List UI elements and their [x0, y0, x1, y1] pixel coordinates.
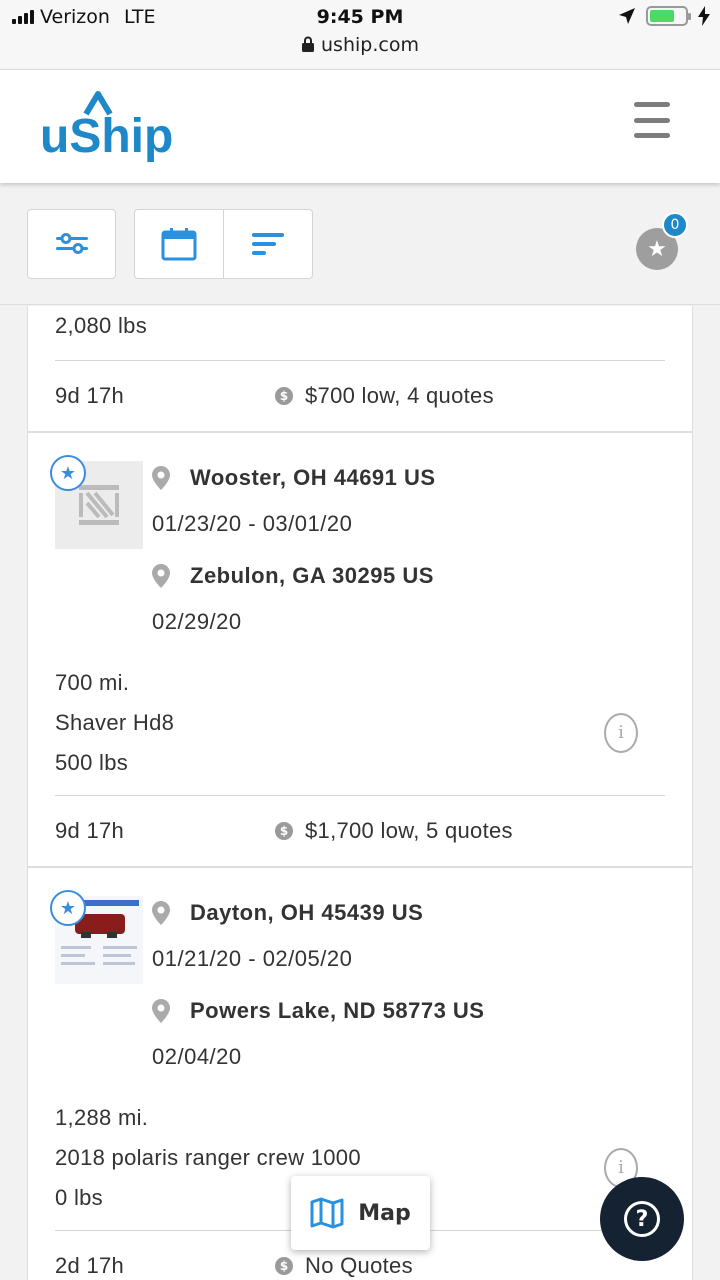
pickup-dates: 01/23/20 - 03/01/20 [152, 511, 353, 536]
listing-footer: 9d 17h $ $700 low, 4 quotes [28, 361, 692, 431]
url-bar[interactable]: uship.com [0, 34, 720, 56]
pickup-city: Wooster, OH 44691 US [190, 465, 436, 490]
question-mark-icon: ? [624, 1201, 660, 1237]
uship-logo[interactable]: uShip [40, 90, 180, 166]
favorite-star-button[interactable]: ★ [50, 890, 86, 926]
location-arrow-icon [619, 8, 635, 24]
listing-footer: 9d 17h $ $1,700 low, 5 quotes [28, 796, 692, 866]
dropoff-city: Powers Lake, ND 58773 US [190, 998, 485, 1023]
map-pin-icon [152, 564, 170, 588]
quote-summary: $ $1,700 low, 5 quotes [275, 818, 513, 844]
dollar-icon: $ [275, 1257, 293, 1275]
charging-bolt-icon [698, 6, 710, 26]
quote-text: No Quotes [305, 1253, 413, 1278]
listing-weight: 2,080 lbs [55, 313, 147, 338]
favorite-star-button[interactable]: ★ [50, 455, 86, 491]
battery-icon [646, 6, 691, 26]
svg-text:uShip: uShip [40, 110, 173, 162]
time-left: 9d 17h [55, 383, 125, 408]
quote-text: $1,700 low, 5 quotes [305, 818, 513, 843]
map-icon [310, 1197, 344, 1229]
dollar-icon: $ [275, 387, 293, 405]
dropoff-date: 02/04/20 [152, 1044, 242, 1069]
dropoff-city: Zebulon, GA 30295 US [190, 563, 434, 588]
info-icon[interactable]: i [604, 713, 638, 753]
dropoff-date: 02/29/20 [152, 609, 242, 634]
pickup-dates: 01/21/20 - 02/05/20 [152, 946, 353, 971]
help-button[interactable]: ? [600, 1177, 684, 1261]
filter-toolbar: ★ 0 [0, 190, 720, 305]
date-sort-group [134, 209, 313, 279]
quote-summary: $ $700 low, 4 quotes [275, 383, 494, 409]
listing-distance: 1,288 mi. [55, 1105, 149, 1130]
star-icon: ★ [647, 236, 667, 262]
quote-summary: $ No Quotes [275, 1253, 413, 1279]
star-icon: ★ [59, 462, 77, 484]
status-bar: Verizon LTE 9:45 PM uship.com [0, 0, 720, 70]
hamburger-icon-bar [634, 133, 670, 138]
map-label: Map [358, 1200, 411, 1226]
dropoff-location: Zebulon, GA 30295 US [152, 563, 434, 589]
pickup-location: Wooster, OH 44691 US [152, 465, 436, 491]
clock: 9:45 PM [316, 6, 404, 28]
listing-distance: 700 mi. [55, 670, 130, 695]
quote-text: $700 low, 4 quotes [305, 383, 494, 408]
site-header: uShip [0, 70, 720, 183]
listing-item: Shaver Hd8 [55, 710, 175, 735]
date-filter-button[interactable] [135, 210, 224, 278]
map-pin-icon [152, 466, 170, 490]
hamburger-icon-bar [634, 117, 670, 123]
shipment-list: 2,080 lbs 9d 17h $ $700 low, 4 quotes ★ [27, 306, 693, 1280]
crate-placeholder-icon [79, 485, 119, 525]
calendar-icon [161, 228, 197, 261]
map-view-button[interactable]: Map [291, 1176, 430, 1250]
sort-icon [252, 233, 284, 255]
pickup-location: Dayton, OH 45439 US [152, 900, 423, 926]
star-icon: ★ [59, 897, 77, 919]
listing-card[interactable]: ★ Wooster, OH 44691 US 01/23/20 - 03/01/… [27, 432, 693, 867]
status-icons [618, 6, 710, 26]
url-text: uship.com [321, 34, 419, 56]
pickup-city: Dayton, OH 45439 US [190, 900, 424, 925]
time-left: 9d 17h [55, 818, 125, 843]
sliders-icon [55, 233, 88, 254]
lock-icon [302, 36, 315, 52]
hamburger-icon-bar [634, 102, 670, 107]
listing-item: 2018 polaris ranger crew 1000 [55, 1145, 361, 1170]
dropoff-location: Powers Lake, ND 58773 US [152, 998, 484, 1024]
sort-button[interactable] [224, 210, 312, 278]
time-left: 2d 17h [55, 1253, 125, 1278]
dollar-icon: $ [275, 822, 293, 840]
map-pin-icon [152, 999, 170, 1023]
map-pin-icon [152, 901, 170, 925]
filter-button[interactable] [27, 209, 116, 279]
saved-count-badge: 0 [662, 212, 688, 238]
listing-card[interactable]: 2,080 lbs 9d 17h $ $700 low, 4 quotes [27, 306, 693, 432]
listing-weight: 500 lbs [55, 750, 129, 775]
hamburger-menu-button[interactable] [634, 102, 670, 138]
